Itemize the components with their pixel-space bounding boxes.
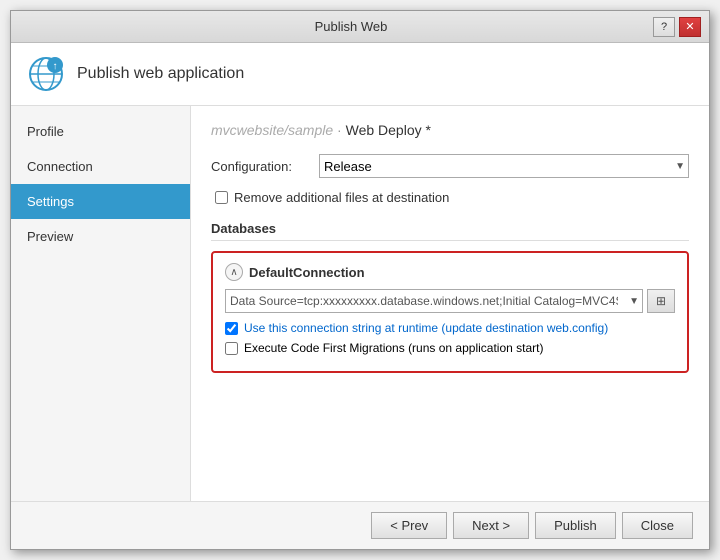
configuration-select-wrapper: Release Debug ▼ <box>319 154 689 178</box>
footer: < Prev Next > Publish Close <box>11 501 709 549</box>
databases-section: Databases ∧ DefaultConnection Data Sourc… <box>211 221 689 373</box>
next-button[interactable]: Next > <box>453 512 529 539</box>
db-expand-toggle[interactable]: ∧ <box>225 263 243 281</box>
sidebar: Profile Connection Settings Preview <box>11 106 191 501</box>
close-titlebar-button[interactable]: ✕ <box>679 17 701 37</box>
content-area: Profile Connection Settings Preview mvcw… <box>11 106 709 501</box>
default-connection-group: ∧ DefaultConnection Data Source=tcp:xxxx… <box>211 251 689 373</box>
sidebar-item-connection[interactable]: Connection <box>11 149 190 184</box>
db-connection-row: Data Source=tcp:xxxxxxxxx.database.windo… <box>225 289 675 313</box>
deploy-title: mvcwebsite/sample · Web Deploy * <box>211 122 689 138</box>
db-connection-select-wrapper: Data Source=tcp:xxxxxxxxx.database.windo… <box>225 289 643 313</box>
db-edit-button[interactable]: ⊞ <box>647 289 675 313</box>
deploy-type-text: Web Deploy * <box>346 122 431 138</box>
remove-files-row: Remove additional files at destination <box>215 190 689 205</box>
configuration-select[interactable]: Release Debug <box>319 154 689 178</box>
db-connection-select[interactable]: Data Source=tcp:xxxxxxxxx.database.windo… <box>225 289 643 313</box>
db-name: DefaultConnection <box>249 265 365 280</box>
header-section: ↑ Publish web application <box>11 43 709 106</box>
sidebar-item-profile[interactable]: Profile <box>11 114 190 149</box>
configuration-label: Configuration: <box>211 159 311 174</box>
title-bar-buttons: ? ✕ <box>653 17 701 37</box>
prev-button[interactable]: < Prev <box>371 512 447 539</box>
code-first-row: Execute Code First Migrations (runs on a… <box>225 341 675 355</box>
globe-icon: ↑ <box>27 55 65 93</box>
dialog-title: Publish Web <box>49 19 653 34</box>
svg-text:↑: ↑ <box>53 61 58 72</box>
separator-text: · <box>337 122 346 138</box>
code-first-checkbox[interactable] <box>225 342 238 355</box>
help-button[interactable]: ? <box>653 17 675 37</box>
profile-name-text: mvcwebsite/sample <box>211 122 333 138</box>
configuration-row: Configuration: Release Debug ▼ <box>211 154 689 178</box>
remove-files-label: Remove additional files at destination <box>234 190 449 205</box>
use-runtime-row: Use this connection string at runtime (u… <box>225 321 675 335</box>
title-bar: Publish Web ? ✕ <box>11 11 709 43</box>
databases-title: Databases <box>211 221 689 241</box>
use-runtime-label: Use this connection string at runtime (u… <box>244 321 608 335</box>
sidebar-item-preview[interactable]: Preview <box>11 219 190 254</box>
remove-files-checkbox[interactable] <box>215 191 228 204</box>
publish-web-dialog: Publish Web ? ✕ ↑ Publish web applicatio… <box>10 10 710 550</box>
header-title: Publish web application <box>77 65 244 83</box>
code-first-label: Execute Code First Migrations (runs on a… <box>244 341 543 355</box>
sidebar-item-settings[interactable]: Settings <box>11 184 190 219</box>
db-header: ∧ DefaultConnection <box>225 263 675 281</box>
publish-button[interactable]: Publish <box>535 512 616 539</box>
close-button[interactable]: Close <box>622 512 693 539</box>
main-content: mvcwebsite/sample · Web Deploy * Configu… <box>191 106 709 501</box>
use-runtime-checkbox[interactable] <box>225 322 238 335</box>
